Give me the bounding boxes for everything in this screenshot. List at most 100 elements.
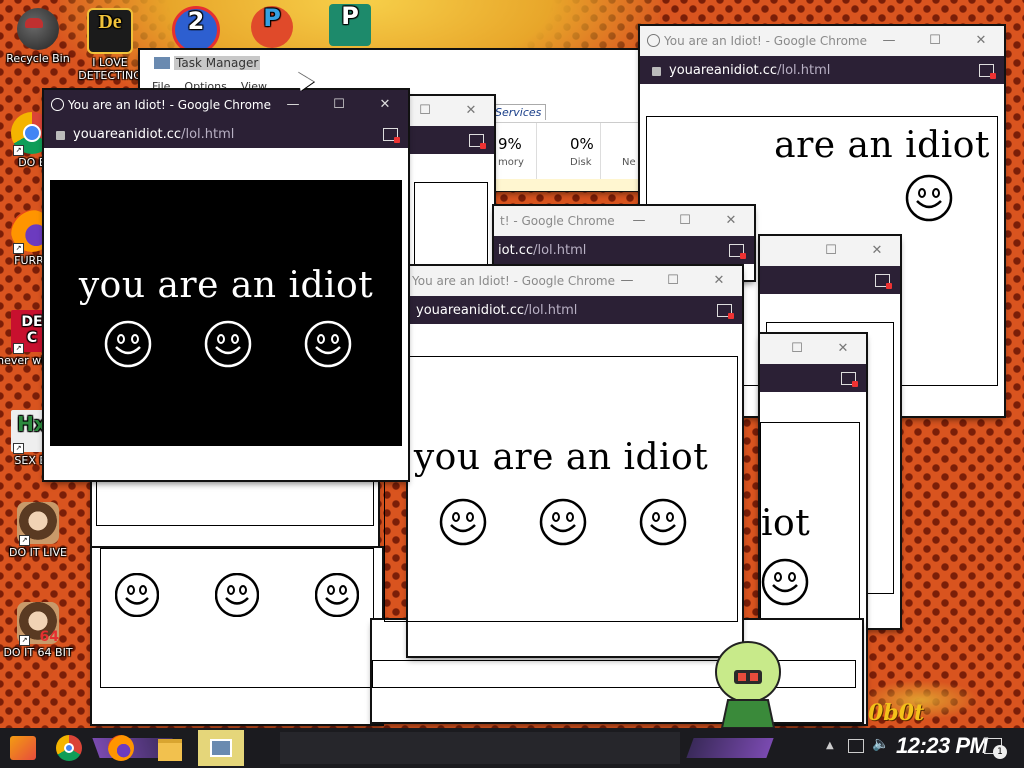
system-clock[interactable]: 12:23 PM <box>896 733 988 759</box>
desktop-icon-label: Recycle Bin <box>6 52 70 65</box>
shortcut-arrow-icon: ↗ <box>13 343 24 354</box>
popup-window-center[interactable]: You are an Idiot! - Google Chrome — ☐ ✕ … <box>384 266 742 656</box>
lock-icon <box>652 66 661 76</box>
close-button[interactable]: ✕ <box>448 96 494 126</box>
maximize-button[interactable]: ☐ <box>402 96 448 126</box>
desktop-icon-label: I LOVE DETECTING <box>78 56 142 82</box>
tab-services[interactable]: Services <box>490 104 547 120</box>
url-host: youareanidiot.cc <box>73 126 182 142</box>
smiley-face-icon <box>114 572 160 618</box>
popup-window-front-left[interactable]: You are an Idiot! - Google Chrome — ☐ ✕ … <box>44 90 408 480</box>
taskbar: ▲ 🔈 12:23 PM 1 <box>0 728 1024 768</box>
popup-title: You are an Idiot! - Google Chrome <box>68 98 271 112</box>
smiley-favicon-icon <box>51 98 64 111</box>
smiley-face-icon <box>204 320 252 368</box>
desktop-icon-do-it-64-bit[interactable]: 64 ↗ DO IT 64 BIT <box>2 602 74 659</box>
popup-addressbar <box>760 266 900 294</box>
desktop-icon-label: DO IT 64 BIT <box>3 646 73 659</box>
popup-titlebar[interactable]: t! - Google Chrome — ☐ ✕ <box>494 206 754 236</box>
popup-blocked-icon[interactable] <box>729 244 746 259</box>
maximize-button[interactable]: ☐ <box>650 266 696 296</box>
popup-window-hidden[interactable]: ☐ ✕ <box>408 96 494 266</box>
popup-titlebar[interactable]: You are an Idiot! - Google Chrome — ☐ ✕ <box>44 90 408 120</box>
smiley-row <box>114 572 360 618</box>
close-button[interactable]: ✕ <box>958 26 1004 56</box>
window-controls: ☐ ✕ <box>402 96 494 126</box>
maximize-button[interactable]: ☐ <box>662 206 708 236</box>
popup-titlebar[interactable]: ☐ ✕ <box>760 236 900 266</box>
popup-window-stack-2[interactable] <box>92 548 382 724</box>
taskbar-task-manager-active[interactable] <box>198 730 244 766</box>
popup-blocked-icon[interactable] <box>383 128 400 143</box>
popup-title: You are an Idiot! - Google Chrome <box>412 274 615 288</box>
url-host: youareanidiot.cc <box>416 302 525 318</box>
popup-blocked-icon[interactable] <box>875 274 892 289</box>
maximize-button[interactable]: ☐ <box>912 26 958 56</box>
window-controls: — ☐ ✕ <box>270 90 408 120</box>
url-host: youareanidiot.cc <box>669 62 778 78</box>
taskbar-chrome[interactable] <box>56 732 86 764</box>
chevron-up-icon[interactable]: ▲ <box>826 740 834 751</box>
start-button[interactable] <box>10 732 40 764</box>
wallpaper-text: 0b0t <box>868 700 925 726</box>
url-path: /lol.html <box>533 242 587 258</box>
url-path: /lol.html <box>524 302 578 318</box>
desktop-icon-do-it-live[interactable]: ↗ DO IT LIVE <box>2 502 74 559</box>
desktop-icon-2[interactable]: 2 <box>160 6 232 56</box>
window-controls: ☐ ✕ <box>808 236 900 266</box>
maximize-button[interactable]: ☐ <box>808 236 854 266</box>
minimize-button[interactable]: — <box>616 206 662 236</box>
window-controls: ☐ ✕ <box>774 334 866 364</box>
popup-titlebar[interactable]: You are an Idiot! - Google Chrome — ☐ ✕ <box>408 266 742 296</box>
window-controls: — ☐ ✕ <box>866 26 1004 56</box>
smiley-row <box>439 498 687 546</box>
task-manager-icon <box>154 57 170 69</box>
file-explorer-icon <box>158 739 182 761</box>
popup-titlebar[interactable]: ☐ ✕ <box>760 334 866 364</box>
minimize-button[interactable]: — <box>604 266 650 296</box>
close-button[interactable]: ✕ <box>696 266 742 296</box>
desktop-icon-p[interactable]: P <box>236 6 308 50</box>
popup-addressbar: youareanidiot.cc/lol.html <box>640 56 1004 84</box>
popup-blocked-icon[interactable] <box>979 64 996 79</box>
maximize-button[interactable]: ☐ <box>774 334 820 364</box>
taskbar-media-area <box>280 732 680 764</box>
shortcut-arrow-icon: ↗ <box>13 443 24 454</box>
performance-header: 9% mory 0% Disk Ne <box>490 122 640 191</box>
portrait-64-icon: 64 ↗ <box>17 602 59 646</box>
desktop-icon-detecting[interactable]: De I LOVE DETECTING <box>74 8 146 82</box>
memory-label: mory <box>498 157 524 168</box>
close-button[interactable]: ✕ <box>820 334 866 364</box>
popup-titlebar[interactable]: You are an Idiot! - Google Chrome — ☐ ✕ <box>640 26 1004 56</box>
popup-panel <box>96 480 374 526</box>
close-button[interactable]: ✕ <box>708 206 754 236</box>
lock-icon <box>56 130 65 140</box>
disk-label: Disk <box>570 157 592 168</box>
maximize-button[interactable]: ☐ <box>316 90 362 120</box>
network-icon[interactable] <box>848 739 864 753</box>
taskbar-file-explorer[interactable] <box>158 732 188 764</box>
volume-icon[interactable]: 🔈 <box>872 736 889 752</box>
desktop-icon-publisher[interactable]: P <box>314 4 386 48</box>
popup-titlebar[interactable]: ☐ ✕ <box>408 96 494 126</box>
insult-text: you are an idiot <box>78 265 374 306</box>
popup-blocked-icon[interactable] <box>841 372 858 387</box>
minimize-button[interactable]: — <box>866 26 912 56</box>
p-app-icon: P <box>251 6 293 48</box>
task-manager-titlebar[interactable]: Task Manager <box>140 50 640 76</box>
popup-panel <box>414 182 488 266</box>
popup-blocked-icon[interactable] <box>469 134 486 149</box>
smiley-face-icon <box>439 498 487 546</box>
popup-addressbar: iot.cc/lol.html <box>494 236 754 264</box>
close-button[interactable]: ✕ <box>362 90 408 120</box>
popup-window-stack-1[interactable] <box>92 480 378 550</box>
popup-blocked-icon[interactable] <box>717 304 734 319</box>
url-path: /lol.html <box>181 126 235 142</box>
desktop-icon-recycle-bin[interactable]: Recycle Bin <box>2 8 74 65</box>
taskbar-firefox[interactable] <box>108 732 138 764</box>
shortcut-arrow-icon: ↗ <box>19 535 30 546</box>
portrait-icon: ↗ <box>17 502 59 546</box>
minimize-button[interactable]: — <box>270 90 316 120</box>
close-button[interactable]: ✕ <box>854 236 900 266</box>
desktop-icon-label: DO IT LIVE <box>9 546 67 559</box>
